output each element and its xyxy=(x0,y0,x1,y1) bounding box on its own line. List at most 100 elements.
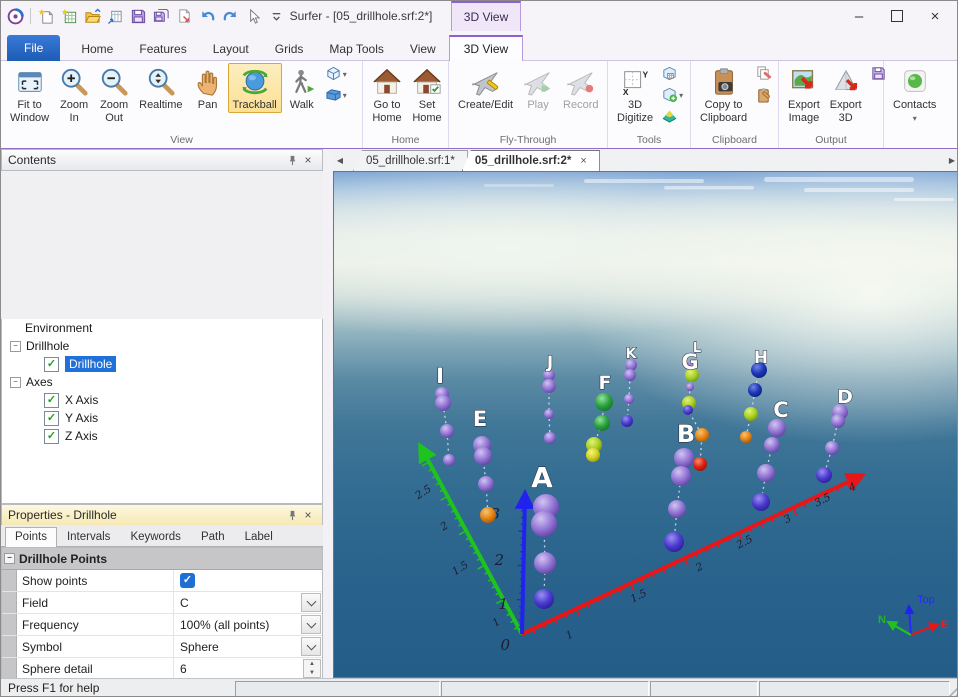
zoom-out-button[interactable]: ZoomOut xyxy=(94,63,134,125)
contextual-tab-header[interactable]: 3D View xyxy=(451,1,521,31)
open-file-icon[interactable] xyxy=(82,6,102,26)
property-row-symbol: SymbolSphere xyxy=(2,636,322,658)
ribbon-tab-map-tools[interactable]: Map Tools xyxy=(316,37,396,61)
ribbon-tab-grids[interactable]: Grids xyxy=(262,37,317,61)
spin-up-icon[interactable]: ▲ xyxy=(304,660,320,669)
3d-viewport[interactable]: 11.522.533.5411.522.50123IEAJFKLGBHCDTop… xyxy=(333,171,958,678)
status-bar: Press F1 for help xyxy=(1,678,958,697)
new-plot-icon[interactable] xyxy=(36,6,56,26)
properties-tab-path[interactable]: Path xyxy=(191,527,235,546)
tree-item-drillhole[interactable]: ✓Drillhole xyxy=(2,355,322,373)
tree-item-y-axis[interactable]: ✓Y Axis xyxy=(2,409,322,427)
close-panel-icon[interactable]: × xyxy=(300,507,316,523)
close-tab-icon[interactable]: × xyxy=(580,155,586,167)
ribbon: Fit toWindowZoomInZoomOutRealtimePanTrac… xyxy=(1,61,958,149)
document-tab-1[interactable]: 05_drillhole.srf:1* xyxy=(353,150,468,171)
section-header[interactable]: −Drillhole Points xyxy=(2,548,322,570)
paste-special-button[interactable] xyxy=(753,86,774,105)
realtime-button[interactable]: Realtime xyxy=(134,63,187,113)
3d-scene: 11.522.533.5411.522.50123IEAJFKLGBHCDTop… xyxy=(334,172,958,677)
drillhole-point xyxy=(740,431,752,443)
redo-icon[interactable] xyxy=(220,6,240,26)
pin-icon[interactable] xyxy=(284,507,300,523)
tree-item-z-axis[interactable]: ✓Z Axis xyxy=(2,427,322,445)
create-edit-flythrough-button[interactable]: Create/Edit xyxy=(453,63,518,113)
pin-icon[interactable] xyxy=(284,152,300,168)
copy-to-clipboard-button[interactable]: Copy toClipboard xyxy=(695,63,752,125)
collapse-icon[interactable]: − xyxy=(10,341,21,352)
document-tab-2[interactable]: 05_drillhole.srf:2*× xyxy=(462,150,600,171)
fit-to-window-button[interactable]: Fit toWindow xyxy=(5,63,54,125)
properties-tab-points[interactable]: Points xyxy=(5,527,57,547)
solid-tool-button[interactable]: ▾ xyxy=(659,86,685,105)
surface-tool-button[interactable] xyxy=(659,107,685,126)
dropdown-arrow-icon: ▾ xyxy=(343,70,347,79)
mesh-tool-button[interactable] xyxy=(659,65,685,84)
copy-page-button[interactable] xyxy=(753,65,774,84)
go-to-home-button[interactable]: Go toHome xyxy=(367,63,407,125)
spin-down-icon[interactable]: ▼ xyxy=(304,669,320,678)
trackball-icon xyxy=(240,67,270,97)
visibility-checkbox[interactable]: ✓ xyxy=(44,357,59,372)
save-all-icon[interactable] xyxy=(151,6,171,26)
property-value: 100% (all points) xyxy=(180,618,269,632)
ribbon-tab-layout[interactable]: Layout xyxy=(200,37,262,61)
ribbon-tab-view[interactable]: View xyxy=(397,37,449,61)
button-label: Record xyxy=(563,99,598,112)
tab-scroll-left-icon[interactable]: ◀ xyxy=(333,149,347,171)
visibility-checkbox[interactable]: ✓ xyxy=(44,411,59,426)
drillhole-point xyxy=(474,447,492,465)
maximize-button[interactable] xyxy=(877,1,917,31)
3d-digitize-button[interactable]: XY3DDigitize xyxy=(612,63,658,125)
svg-text:1: 1 xyxy=(564,628,575,642)
ribbon-tab-home[interactable]: Home xyxy=(68,37,126,61)
properties-tab-intervals[interactable]: Intervals xyxy=(57,527,120,546)
projection-button[interactable]: ▾ xyxy=(323,86,349,105)
tab-scroll-right-icon[interactable]: ▶ xyxy=(945,149,958,171)
show-points-checkbox[interactable]: ✓ xyxy=(180,573,195,588)
minimize-button[interactable]: – xyxy=(839,1,879,31)
export-icon[interactable] xyxy=(174,6,194,26)
tree-item-label: Axes xyxy=(26,375,53,389)
tree-item-axes[interactable]: −Axes xyxy=(2,373,322,391)
close-button[interactable]: × xyxy=(915,1,955,31)
import-data-icon[interactable] xyxy=(105,6,125,26)
tree-item-environment[interactable]: Environment xyxy=(2,319,322,337)
walk-button[interactable]: Walk xyxy=(282,63,322,113)
visibility-checkbox[interactable]: ✓ xyxy=(44,429,59,444)
pastesp-icon xyxy=(755,86,772,106)
pan-button[interactable]: Pan xyxy=(188,63,228,113)
visibility-checkbox[interactable]: ✓ xyxy=(44,393,59,408)
ribbon-tab-3d-view[interactable]: 3D View xyxy=(449,35,523,61)
new-worksheet-icon[interactable] xyxy=(59,6,79,26)
zoom-in-button[interactable]: ZoomIn xyxy=(54,63,94,125)
spinner-buttons[interactable]: ▲▼ xyxy=(303,659,321,678)
trackball-button[interactable]: Trackball xyxy=(228,63,282,113)
collapse-icon[interactable]: − xyxy=(4,553,15,564)
save-icon[interactable] xyxy=(128,6,148,26)
contacts-button[interactable]: Contacts▾ xyxy=(888,63,941,126)
compass-north-label: N xyxy=(878,614,886,626)
undo-icon[interactable] xyxy=(197,6,217,26)
set-home-button[interactable]: SetHome xyxy=(407,63,447,125)
close-panel-icon[interactable]: × xyxy=(300,152,316,168)
ribbon-tab-features[interactable]: Features xyxy=(126,37,199,61)
zoomout-icon xyxy=(99,67,129,97)
contacts-icon xyxy=(900,67,930,97)
properties-tab-keywords[interactable]: Keywords xyxy=(120,527,191,546)
export-image-button[interactable]: ExportImage xyxy=(783,63,825,125)
svg-text:2: 2 xyxy=(437,519,450,533)
export-3d-button[interactable]: Export3D xyxy=(825,63,867,125)
properties-tab-label[interactable]: Label xyxy=(235,527,283,546)
dropdown-button[interactable] xyxy=(301,637,321,656)
drillhole-point xyxy=(757,464,775,482)
view-direction-button[interactable]: ▾ xyxy=(323,65,349,84)
dropdown-button[interactable] xyxy=(301,615,321,634)
drillhole-point xyxy=(816,467,832,483)
svg-text:2.5: 2.5 xyxy=(412,483,434,503)
dropdown-button[interactable] xyxy=(301,593,321,612)
tree-item-drillhole[interactable]: −Drillhole xyxy=(2,337,322,355)
tree-item-x-axis[interactable]: ✓X Axis xyxy=(2,391,322,409)
ribbon-tab-file[interactable]: File xyxy=(7,35,60,61)
collapse-icon[interactable]: − xyxy=(10,377,21,388)
